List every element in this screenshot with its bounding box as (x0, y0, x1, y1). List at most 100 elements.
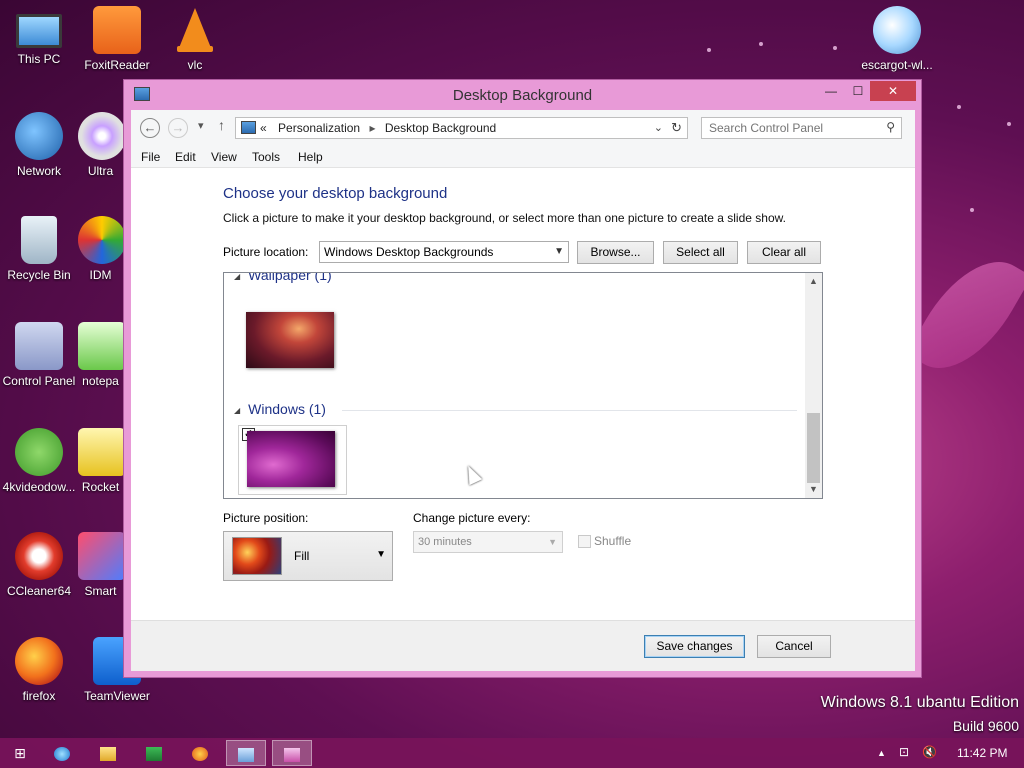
collapse-triangle-icon: ◢ (234, 405, 241, 415)
ccleaner-icon (15, 532, 63, 580)
control-panel-icon[interactable] (226, 740, 266, 766)
volume-muted-icon[interactable]: 🔇 (922, 745, 937, 759)
close-button[interactable]: ✕ (870, 81, 916, 101)
select-all-button[interactable]: Select all (663, 241, 738, 264)
edition-watermark: Windows 8.1 ubantu Edition (820, 694, 1019, 711)
change-picture-select[interactable]: 30 minutes ▼ (413, 531, 563, 553)
title-bar[interactable]: Desktop Background — ☐ ✕ (124, 80, 921, 110)
rocketdock-icon (78, 428, 123, 476)
menu-edit[interactable]: Edit (175, 150, 196, 164)
clock[interactable]: 11:42 PM (957, 746, 1007, 760)
shuffle-label: Shuffle (594, 534, 632, 548)
file-explorer-icon[interactable] (88, 740, 128, 766)
desktop-icon-firefox[interactable]: firefox (0, 637, 78, 703)
desktop-icon-control-panel[interactable]: Control Panel (0, 322, 78, 388)
scroll-down-icon[interactable]: ▼ (805, 481, 822, 498)
desktop-icon-label: Ultra (87, 164, 114, 178)
minimize-button[interactable]: — (821, 81, 841, 101)
desktop-icon-foxitreader[interactable]: FoxitReader (78, 6, 156, 72)
gallery-scrollbar[interactable]: ▲ ▼ (805, 273, 822, 498)
desktop-icon-4kvideodownloader[interactable]: 4kvideodow... (0, 428, 78, 494)
address-dropdown-chevron-icon[interactable]: ⌄ (654, 121, 663, 134)
vlc-icon (171, 6, 219, 54)
desktop-icon-ccleaner[interactable]: CCleaner64 (0, 532, 78, 598)
save-changes-button[interactable]: Save changes (644, 635, 745, 658)
breadcrumb-separator-icon[interactable]: ▸ (369, 121, 375, 135)
start-icon[interactable]: ⊞ (0, 740, 40, 766)
scrollbar-thumb[interactable] (807, 413, 820, 483)
breadcrumb-desktop-background[interactable]: Desktop Background (385, 121, 496, 135)
selected-thumbnail-frame[interactable]: ✓ (238, 425, 347, 495)
clear-all-button[interactable]: Clear all (747, 241, 821, 264)
breadcrumb-personalization[interactable]: Personalization (278, 121, 360, 135)
background-sparkle (759, 42, 763, 46)
desktop-background-icon[interactable] (272, 740, 312, 766)
shuffle-checkbox[interactable] (578, 535, 591, 548)
page-title: Choose your desktop background (223, 185, 448, 202)
background-sparkle (1007, 122, 1011, 126)
background-sparkle (707, 48, 711, 52)
desktop-icon-label: Smart (84, 584, 117, 598)
desktop-icon-label: FoxitReader (84, 58, 150, 72)
escargot-icon (873, 6, 921, 54)
network-status-icon[interactable]: ⊡ (899, 745, 909, 759)
menu-tools[interactable]: Tools (252, 150, 280, 164)
group-header-wallpaper[interactable]: ◢ Wallpaper (1) (234, 272, 332, 283)
scroll-up-icon[interactable]: ▲ (805, 273, 822, 290)
desktop-icon-vlc[interactable]: vlc (156, 6, 234, 72)
menu-file[interactable]: File (141, 150, 160, 164)
show-hidden-icons-chevron-icon[interactable]: ▲ (877, 748, 886, 758)
search-icon[interactable]: ⚲ (886, 120, 895, 134)
refresh-icon[interactable]: ↻ (671, 120, 682, 136)
picture-location-select[interactable]: Windows Desktop Backgrounds ▼ (319, 241, 569, 263)
up-arrow-icon[interactable]: ↑ (218, 117, 225, 133)
computer-icon (16, 14, 62, 48)
background-sparkle (957, 105, 961, 109)
menu-bar: File Edit View Tools Help (131, 146, 915, 168)
desktop-icon-label: CCleaner64 (6, 584, 72, 598)
picture-position-select[interactable]: Fill ▼ (223, 531, 393, 581)
desktop-icon-smart[interactable]: Smart (78, 532, 123, 598)
internet-explorer-icon[interactable] (42, 740, 82, 766)
desktop-icon-label: escargot-wl... (861, 58, 933, 72)
cancel-button[interactable]: Cancel (757, 635, 831, 658)
search-box[interactable]: ⚲ (701, 117, 902, 139)
idm-icon (78, 216, 123, 264)
breadcrumb-overflow[interactable]: « (260, 121, 267, 135)
wallpaper-thumbnail[interactable] (246, 312, 334, 368)
desktop-icon-this-pc[interactable]: This PC (0, 6, 78, 66)
4k-video-downloader-icon (15, 428, 63, 476)
dialog-footer: Save changes Cancel (131, 620, 915, 671)
desktop-icon-idm[interactable]: IDM (78, 216, 123, 282)
menu-help[interactable]: Help (298, 150, 323, 164)
desktop-icon-label: vlc (187, 58, 203, 72)
forward-button[interactable]: → (168, 118, 188, 138)
desktop-icon-label: IDM (89, 268, 112, 282)
picture-location-value: Windows Desktop Backgrounds (324, 245, 494, 259)
collapse-triangle-icon: ◢ (234, 272, 241, 281)
group-header-windows[interactable]: ◢ Windows (1) (234, 401, 326, 417)
menu-view[interactable]: View (211, 150, 237, 164)
page-description: Click a picture to make it your desktop … (223, 211, 786, 225)
breadcrumb: « Personalization ▸ Desktop Background (260, 121, 496, 135)
firefox-icon[interactable] (180, 740, 220, 766)
browse-button[interactable]: Browse... (577, 241, 654, 264)
desktop-icon-recycle-bin[interactable]: Recycle Bin (0, 216, 78, 282)
search-input[interactable] (702, 118, 872, 138)
desktop-icon-network[interactable]: Network (0, 112, 78, 178)
desktop-icon-label: notepa (82, 374, 119, 388)
chevron-down-icon: ▼ (554, 246, 564, 257)
address-toolbar: ← → ▾ ↑ « Personalization ▸ Desktop Back… (131, 110, 915, 146)
desktop-icon-label: 4kvideodow... (2, 480, 76, 494)
store-icon[interactable] (134, 740, 174, 766)
desktop-icon-notepad[interactable]: notepa (78, 322, 123, 388)
desktop-icon-rocket[interactable]: Rocket (78, 428, 123, 494)
maximize-button[interactable]: ☐ (847, 81, 869, 101)
back-button[interactable]: ← (140, 118, 160, 138)
desktop-icon-escargot[interactable]: escargot-wl... (857, 6, 937, 72)
windows-thumbnail[interactable] (247, 431, 335, 487)
address-bar[interactable]: « Personalization ▸ Desktop Background ⌄… (235, 117, 688, 139)
desktop-icon-label: Recycle Bin (7, 268, 71, 282)
recent-locations-chevron-icon[interactable]: ▾ (198, 119, 204, 132)
desktop-icon-ultra[interactable]: Ultra (78, 112, 123, 178)
